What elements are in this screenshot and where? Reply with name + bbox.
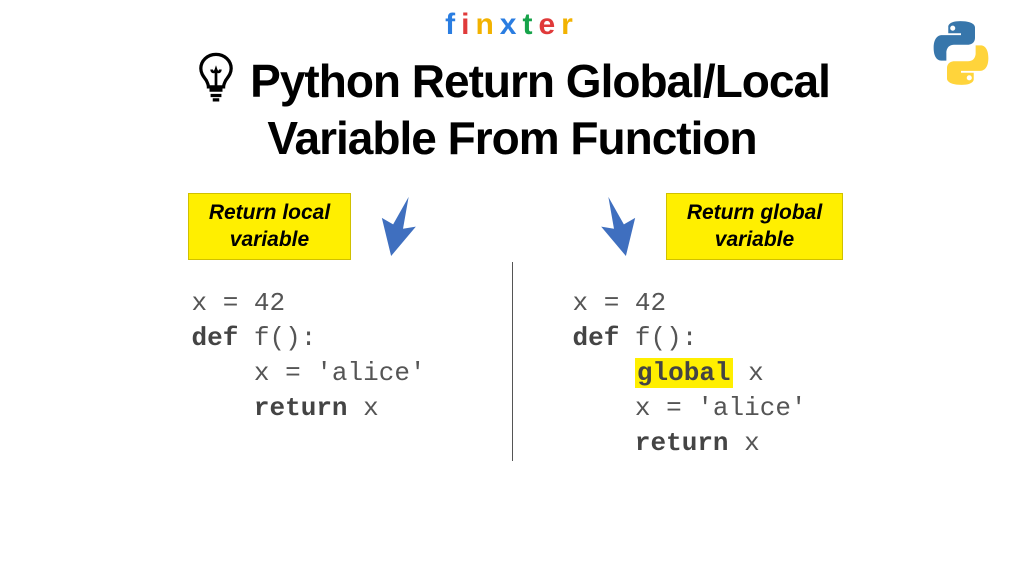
- python-icon: [926, 18, 996, 88]
- arrow-down-right-icon: [371, 192, 425, 262]
- badge-global-l2: variable: [715, 228, 794, 251]
- title-line-2: Variable From Function: [80, 113, 944, 164]
- lightbulb-icon: [194, 50, 238, 113]
- code-local: x = 42 def f(): x = 'alice' return x: [192, 286, 426, 426]
- badge-local: Return local variable: [188, 193, 351, 260]
- brand-logo: finxter: [0, 0, 1024, 42]
- badge-local-l1: Return local: [209, 201, 330, 224]
- code-global: x = 42 def f(): global x x = 'alice' ret…: [573, 286, 807, 461]
- badge-local-l2: variable: [230, 228, 309, 251]
- right-column: Return global variable x = 42 def f(): g…: [513, 192, 923, 461]
- arrow-down-left-icon: [592, 192, 646, 262]
- badge-global-l1: Return global: [687, 201, 822, 224]
- left-column: Return local variable x = 42 def f(): x …: [102, 192, 512, 426]
- page-title: Python Return Global/Local Variable From…: [0, 50, 1024, 164]
- badge-global: Return global variable: [666, 193, 843, 260]
- title-line-1: Python Return Global/Local: [250, 56, 830, 107]
